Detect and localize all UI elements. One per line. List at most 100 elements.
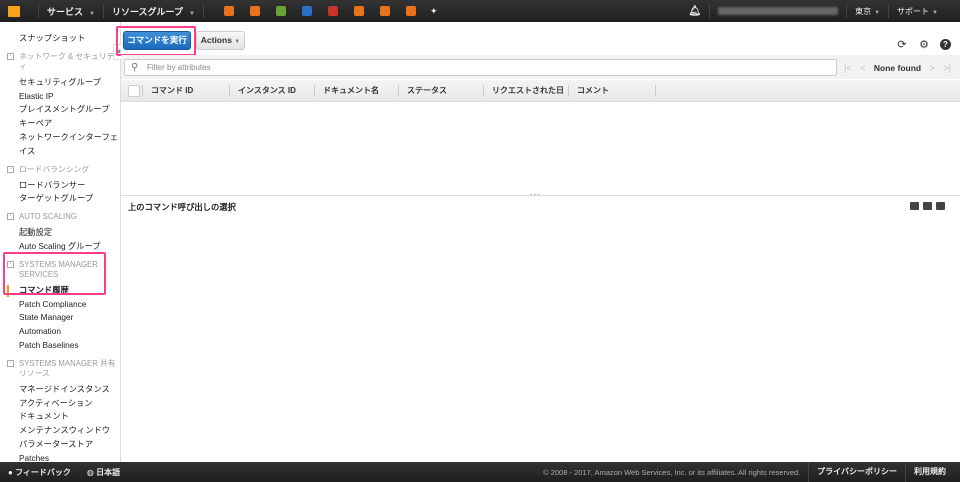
sidebar-section-header[interactable]: - ロードバランシング — [0, 165, 120, 175]
services-label: サービス — [47, 6, 84, 17]
sidebar-item[interactable]: 起動設定 — [0, 226, 120, 240]
top-nav: サービス ▼ リソースグループ ▼ ✦ 🔔︎ 東京 ▼ サポート ▼ — [0, 0, 960, 22]
column-header[interactable]: コメント — [568, 85, 609, 97]
layout-top-icon[interactable] — [936, 202, 945, 210]
service-icon-1[interactable] — [223, 6, 234, 16]
services-menu[interactable]: サービス ▼ — [47, 5, 95, 18]
language-label: 日本語 — [96, 467, 121, 477]
layout-bottom-icon[interactable] — [910, 202, 919, 210]
section-title: AUTO SCALING — [19, 212, 77, 222]
prev-page-icon[interactable]: < — [860, 63, 865, 73]
refresh-icon[interactable]: ⟳ — [896, 39, 908, 51]
chevron-down-icon: ▼ — [188, 10, 195, 17]
column-divider — [655, 85, 664, 97]
support-label: サポート — [897, 6, 930, 16]
sidebar-item[interactable]: ドキュメント — [0, 410, 120, 424]
sidebar-section-header[interactable]: - ネットワーク & セキュリティ — [0, 52, 120, 72]
sidebar-item[interactable]: Patch Baselines — [0, 339, 120, 353]
sidebar-item[interactable]: Elastic IP — [0, 90, 120, 104]
region-label: 東京 — [855, 6, 872, 16]
divider — [888, 4, 890, 18]
drag-handle-icon[interactable]: • • • — [530, 193, 540, 199]
table-header: コマンド ID インスタンス ID ドキュメント名 ステータス リクエストされた日 コメン… — [121, 80, 960, 102]
divider — [202, 4, 204, 18]
terms-link[interactable]: 利用規約 — [905, 462, 960, 482]
privacy-link[interactable]: プライバシーポリシー — [808, 462, 905, 482]
section-title: ロードバランシング — [19, 164, 90, 174]
resource-groups-menu[interactable]: リソースグループ ▼ — [112, 5, 195, 18]
bell-icon[interactable]: 🔔︎ — [688, 6, 701, 17]
language-link[interactable]: ◍ 日本語 — [79, 467, 128, 478]
account-menu-blurred[interactable] — [718, 7, 839, 15]
next-page-icon[interactable]: > — [930, 63, 935, 73]
sidebar-item[interactable]: キーペア — [0, 117, 120, 131]
feedback-link[interactable]: ● フィードバック — [0, 467, 79, 478]
service-icon-2[interactable] — [249, 6, 260, 16]
actions-label: Actions — [200, 35, 232, 45]
sidebar: スナップショット - ネットワーク & セキュリティ セキュリティグループ Elast… — [0, 22, 121, 463]
service-icon-8[interactable] — [405, 6, 416, 16]
column-header[interactable]: インスタンス ID — [229, 85, 296, 97]
chevron-down-icon: ▼ — [932, 9, 938, 16]
sidebar-item[interactable]: マネージドインスタンス — [0, 383, 120, 397]
sidebar-item-snapshots[interactable]: スナップショット — [0, 32, 120, 46]
chevron-down-icon: ▼ — [874, 9, 881, 16]
sidebar-item[interactable]: セキュリティグループ — [0, 76, 120, 90]
divider — [846, 4, 848, 18]
actions-dropdown[interactable]: Actions ▼ — [196, 31, 245, 50]
filter-input[interactable]: ⚲ Filter by attributes — [124, 59, 837, 76]
filter-placeholder: Filter by attributes — [147, 63, 211, 72]
select-all-checkbox[interactable] — [128, 85, 140, 97]
collapse-icon[interactable]: - — [7, 165, 14, 173]
sidebar-item[interactable]: アクティベーション — [0, 397, 120, 411]
resource-groups-label: リソースグループ — [111, 6, 183, 17]
support-menu[interactable]: サポート ▼ — [897, 6, 938, 17]
gear-icon[interactable]: ⚙ — [918, 39, 930, 51]
highlight-box-sidebar — [3, 252, 106, 295]
sidebar-item[interactable]: Patch Compliance — [0, 298, 120, 312]
layout-split-icon[interactable] — [923, 202, 932, 210]
help-icon[interactable]: ? — [940, 39, 951, 50]
chevron-down-icon: ▼ — [89, 10, 95, 17]
sidebar-item[interactable]: ターゲットグループ — [0, 192, 120, 206]
panel-splitter[interactable] — [121, 195, 960, 196]
speech-bubble-icon: ● — [8, 467, 13, 477]
column-header[interactable]: ステータス — [398, 85, 447, 97]
column-header[interactable]: ドキュメント名 — [314, 85, 379, 97]
service-icon-5[interactable] — [327, 6, 338, 16]
sidebar-item[interactable]: ロードバランサー — [0, 179, 120, 193]
first-page-icon[interactable]: |< — [844, 63, 852, 73]
collapse-icon[interactable]: - — [7, 52, 14, 60]
divider — [38, 4, 39, 18]
lower-panel-title: 上のコマンド呼び出しの選択 — [128, 202, 236, 212]
copyright: © 2008 - 2017, Amazon Web Services, Inc.… — [543, 467, 801, 477]
region-menu[interactable]: 東京 ▼ — [855, 6, 880, 17]
aws-logo-icon[interactable] — [8, 5, 20, 17]
collapse-icon[interactable]: - — [7, 213, 14, 221]
column-header[interactable]: リクエストされた日 — [483, 85, 564, 97]
divider — [709, 4, 711, 18]
globe-icon: ◍ — [86, 467, 94, 477]
section-title: ネットワーク & セキュリティ — [19, 51, 115, 71]
pager-status: None found — [873, 62, 922, 73]
sidebar-item[interactable]: プレイスメントグループ — [0, 103, 120, 117]
collapse-icon[interactable]: - — [7, 359, 14, 367]
service-icon-4[interactable] — [301, 6, 312, 16]
sidebar-item[interactable]: メンテナンスウィンドウ — [0, 424, 120, 438]
sidebar-section-header[interactable]: - AUTO SCALING — [0, 212, 120, 222]
pin-icon[interactable]: ✦ — [430, 6, 438, 17]
last-page-icon[interactable]: >| — [943, 63, 951, 73]
section-title: SYSTEMS MANAGER 共有リソース — [19, 358, 116, 378]
highlight-box-run-command — [116, 26, 196, 56]
sidebar-item[interactable]: パラメーターストア — [0, 438, 120, 452]
sidebar-item[interactable]: Automation — [0, 325, 120, 339]
sidebar-item[interactable]: ネットワークインターフェイス — [0, 131, 120, 159]
search-icon: ⚲ — [131, 62, 139, 73]
service-icon-6[interactable] — [353, 6, 364, 16]
service-icon-3[interactable] — [275, 6, 286, 16]
chevron-down-icon: ▼ — [234, 39, 241, 45]
service-icon-7[interactable] — [379, 6, 390, 16]
column-header[interactable]: コマンド ID — [142, 85, 193, 97]
sidebar-item[interactable]: State Manager — [0, 311, 120, 325]
sidebar-section-header[interactable]: - SYSTEMS MANAGER 共有リソース — [0, 359, 120, 379]
